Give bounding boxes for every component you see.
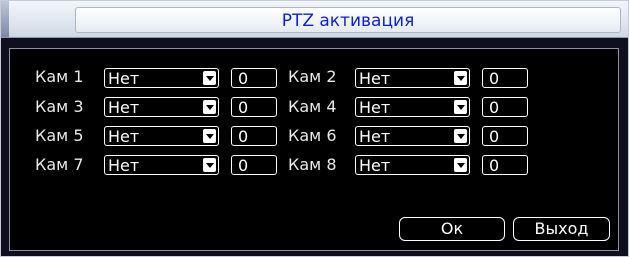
cam-5-number-field[interactable]: 0 [231, 126, 277, 146]
cam-5-mode-select[interactable]: Нет [104, 126, 219, 146]
chevron-down-icon[interactable] [203, 129, 216, 143]
cam-5-mode-value: Нет [108, 127, 140, 146]
cam-8-mode-value: Нет [359, 156, 391, 175]
cam-2-label: Кам 2 [288, 67, 337, 86]
title-bar: PTZ активация [1, 1, 628, 38]
cam-3-mode-select[interactable]: Нет [104, 97, 219, 117]
cam-2-mode-value: Нет [359, 69, 391, 88]
cam-8-number-field[interactable]: 0 [482, 155, 528, 175]
cam-3-number-field[interactable]: 0 [231, 97, 277, 117]
exit-button[interactable]: Выход [513, 217, 610, 241]
chevron-down-icon[interactable] [454, 100, 467, 114]
cam-3-mode-value: Нет [108, 98, 140, 117]
cam-4-mode-value: Нет [359, 98, 391, 117]
chevron-down-icon[interactable] [454, 158, 467, 172]
ptz-activation-dialog: PTZ активация Кам 1 Нет 0 Кам 2 Нет 0 Ка… [0, 0, 629, 257]
cam-7-number-field[interactable]: 0 [231, 155, 277, 175]
ok-button[interactable]: Ок [399, 217, 505, 241]
cam-6-mode-value: Нет [359, 127, 391, 146]
chevron-down-icon[interactable] [203, 100, 216, 114]
chevron-down-icon[interactable] [203, 71, 216, 85]
cam-5-label: Кам 5 [35, 126, 84, 145]
cam-6-number-field[interactable]: 0 [482, 126, 528, 146]
camera-settings-panel: Кам 1 Нет 0 Кам 2 Нет 0 Кам 3 Нет 0 Кам … [9, 48, 619, 251]
cam-1-label: Кам 1 [35, 67, 84, 86]
dialog-title: PTZ активация [281, 11, 415, 31]
chevron-down-icon[interactable] [454, 71, 467, 85]
cam-4-number-field[interactable]: 0 [482, 97, 528, 117]
cam-8-mode-select[interactable]: Нет [355, 155, 470, 175]
title-box: PTZ активация [75, 7, 621, 33]
cam-1-number-field[interactable]: 0 [231, 68, 277, 88]
cam-7-mode-select[interactable]: Нет [104, 155, 219, 175]
cam-4-mode-select[interactable]: Нет [355, 97, 470, 117]
cam-7-mode-value: Нет [108, 156, 140, 175]
cam-2-mode-select[interactable]: Нет [355, 68, 470, 88]
chevron-down-icon[interactable] [203, 158, 216, 172]
cam-7-label: Кам 7 [35, 155, 84, 174]
chevron-down-icon[interactable] [454, 129, 467, 143]
cam-6-mode-select[interactable]: Нет [355, 126, 470, 146]
cam-8-label: Кам 8 [288, 155, 337, 174]
cam-1-mode-value: Нет [108, 69, 140, 88]
cam-1-mode-select[interactable]: Нет [104, 68, 219, 88]
cam-6-label: Кам 6 [288, 126, 337, 145]
cam-2-number-field[interactable]: 0 [482, 68, 528, 88]
cam-4-label: Кам 4 [288, 97, 337, 116]
cam-3-label: Кам 3 [35, 97, 84, 116]
